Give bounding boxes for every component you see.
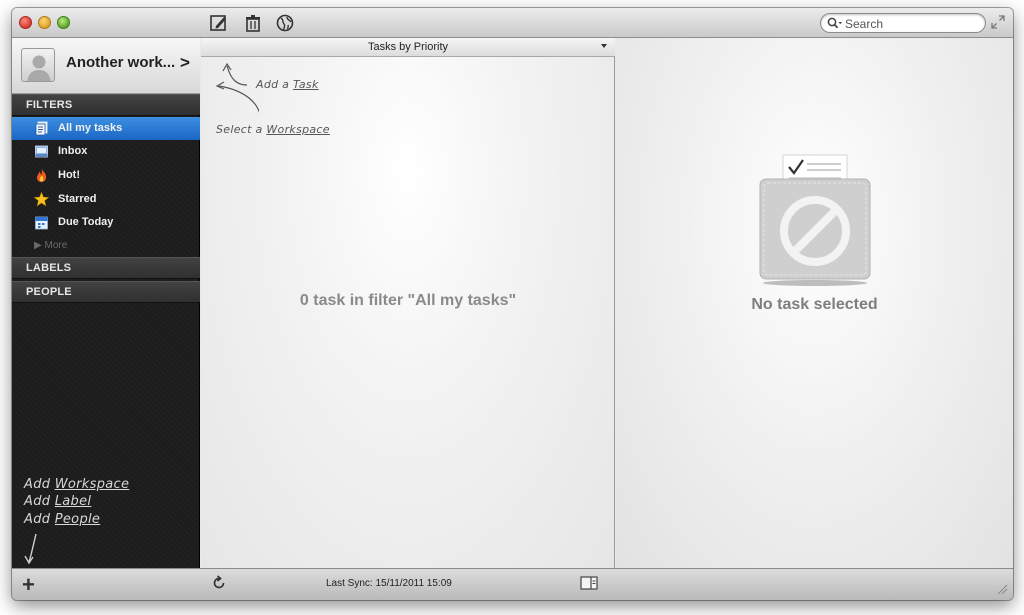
calendar-icon: [35, 216, 48, 230]
last-sync-label: Last Sync: 15/11/2011 15:09: [326, 578, 452, 589]
empty-list-message: 0 task in filter "All my tasks": [299, 292, 517, 309]
hint-text: Add: [24, 477, 51, 492]
hint-arrow-down-icon: [24, 533, 37, 565]
task-list-panel: Tasks by Priority Add a Task Select a Wo…: [201, 38, 615, 568]
select-workspace-hint: Select a Workspace: [216, 123, 330, 136]
sidebar-item-inbox[interactable]: Inbox: [12, 140, 200, 163]
avatar: [21, 48, 55, 82]
zoom-window-button[interactable]: [57, 16, 70, 29]
sidebar-item-due-today[interactable]: Due Today: [12, 211, 200, 234]
sort-selector[interactable]: Tasks by Priority: [201, 38, 615, 57]
sort-selector-label: Tasks by Priority: [367, 41, 449, 53]
sidebar-item-label: Starred: [58, 193, 97, 205]
add-workspace-hint: Add Workspace: [24, 477, 129, 492]
compose-icon[interactable]: [209, 13, 229, 33]
toolbar: [12, 8, 1013, 38]
hint-text: Select a: [216, 123, 263, 136]
hint-arrows-icon: [215, 62, 259, 114]
toggle-detail-panel-icon[interactable]: [580, 576, 598, 590]
sidebar-item-starred[interactable]: Starred: [12, 188, 200, 211]
search-input[interactable]: [845, 16, 979, 31]
app-window: Another work... > FILTERS All my tasks I…: [12, 8, 1013, 600]
flame-icon: [37, 169, 47, 182]
workspace-switcher[interactable]: Another work... >: [12, 38, 200, 94]
dropdown-arrow-icon: [601, 44, 607, 48]
sidebar-item-hot[interactable]: Hot!: [12, 164, 200, 187]
close-window-button[interactable]: [19, 16, 32, 29]
hint-text: Add: [24, 512, 51, 527]
add-button[interactable]: +: [22, 574, 35, 596]
refresh-icon[interactable]: [211, 575, 227, 591]
minimize-window-button[interactable]: [38, 16, 51, 29]
search-icon: [827, 17, 842, 29]
labels-header[interactable]: LABELS: [12, 257, 200, 279]
hint-text: Add a: [256, 78, 290, 91]
add-label-link[interactable]: Label: [55, 494, 92, 509]
inbox-icon: [35, 145, 48, 158]
people-header[interactable]: PEOPLE: [12, 281, 200, 303]
no-task-selected-label: No task selected: [751, 296, 878, 313]
add-task-hint: Add a Task: [256, 78, 319, 91]
status-bar: + Last Sync: 15/11/2011 15:09: [12, 568, 1013, 600]
sidebar-item-label: All my tasks: [58, 122, 123, 134]
trash-icon[interactable]: [243, 13, 263, 33]
select-workspace-link[interactable]: Workspace: [266, 123, 329, 136]
sidebar: Another work... > FILTERS All my tasks I…: [12, 38, 200, 568]
add-task-link[interactable]: Task: [293, 78, 319, 91]
search-field[interactable]: [820, 13, 986, 33]
globe-icon[interactable]: [275, 13, 295, 33]
more-toggle[interactable]: ▶ More: [34, 240, 67, 251]
filters-header[interactable]: FILTERS: [12, 94, 200, 116]
tasks-icon: [35, 121, 48, 136]
workspace-name: Another work...: [66, 54, 176, 71]
hint-text: Add: [24, 494, 51, 509]
add-workspace-link[interactable]: Workspace: [55, 477, 130, 492]
sidebar-item-label: Inbox: [58, 145, 88, 157]
fullscreen-icon[interactable]: [991, 15, 1005, 29]
resize-grip-icon[interactable]: [996, 583, 1008, 595]
more-label: More: [44, 240, 68, 251]
sidebar-item-label: Hot!: [58, 169, 80, 181]
no-task-icon: [759, 154, 871, 286]
add-label-hint: Add Label: [24, 494, 91, 509]
add-people-hint: Add People: [24, 512, 100, 527]
sidebar-item-label: Due Today: [58, 216, 114, 228]
task-detail-panel: No task selected: [616, 38, 1013, 568]
disclosure-triangle-icon: ▶: [34, 240, 42, 251]
chevron-right-icon[interactable]: >: [180, 53, 190, 73]
star-icon: [34, 192, 49, 207]
add-people-link[interactable]: People: [55, 512, 100, 527]
sidebar-item-all-my-tasks[interactable]: All my tasks: [12, 117, 200, 140]
